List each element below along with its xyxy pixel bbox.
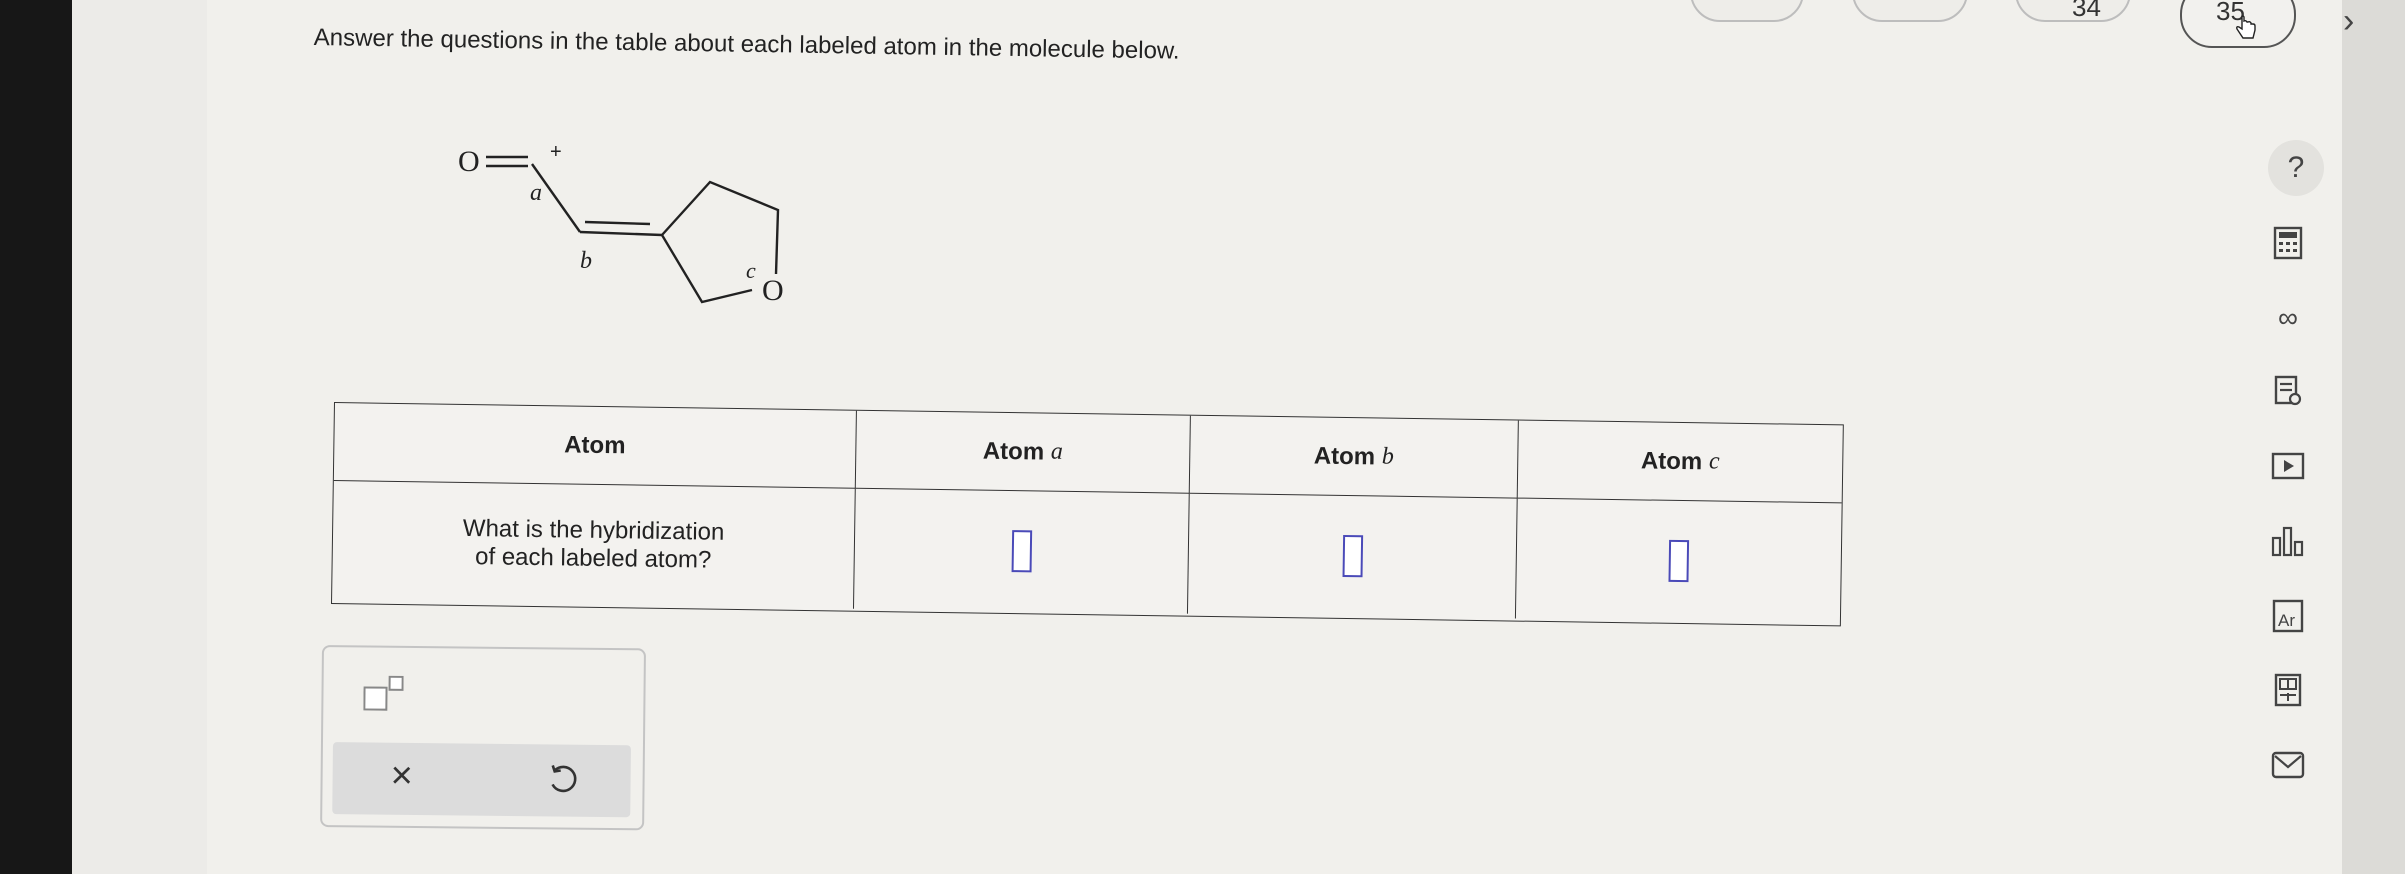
help-icon[interactable]: ?: [2268, 140, 2324, 196]
superscript-box-icon[interactable]: [363, 675, 404, 711]
charge-label: +: [550, 141, 562, 163]
answer-input-a[interactable]: [1011, 530, 1032, 573]
answer-input-b[interactable]: [1342, 534, 1363, 578]
question-nav-pill[interactable]: [1852, 0, 1968, 22]
hybridization-table: Atom Atom a Atom b Atom c What is the hy…: [331, 402, 1844, 627]
mail-icon[interactable]: [2265, 742, 2311, 788]
question-nav-pill[interactable]: [1690, 0, 1804, 22]
header-atom-b-prefix: Atom: [1313, 442, 1383, 471]
answer-cell-a: [853, 488, 1190, 614]
help-icon-label: ?: [2287, 151, 2305, 184]
answer-input-c[interactable]: [1668, 539, 1690, 583]
action-bar: ×: [332, 742, 631, 818]
row-question-line1: What is the hybridization: [462, 514, 725, 546]
video-icon[interactable]: [2265, 443, 2311, 489]
row-question-line2: of each labeled atom?: [474, 543, 712, 574]
header-atom-c: Atom c: [1517, 420, 1843, 504]
atom-o2: O: [762, 274, 784, 307]
label-a: a: [530, 180, 542, 206]
hand-cursor-icon: [2236, 15, 2256, 39]
screen-bezel-left: [0, 0, 72, 874]
periodic-table-icon[interactable]: Ar: [2265, 593, 2311, 639]
current-question-pill[interactable]: 35: [2180, 0, 2296, 48]
chart-icon[interactable]: [2265, 518, 2311, 564]
header-atom-b: Atom b: [1189, 415, 1519, 499]
data-icon[interactable]: [2265, 667, 2311, 713]
label-b: b: [580, 248, 592, 274]
clear-button[interactable]: ×: [390, 755, 413, 798]
screen-bezel-right: [2342, 0, 2405, 874]
header-atom-a-prefix: Atom: [982, 437, 1052, 466]
header-atom-label: Atom: [564, 430, 626, 459]
side-margin: [72, 0, 207, 874]
question-number-34[interactable]: 34: [2072, 0, 2101, 23]
undo-icon[interactable]: [544, 762, 578, 796]
row-question: What is the hybridization of each labele…: [332, 481, 856, 609]
header-atom-a: Atom a: [855, 410, 1191, 494]
header-atom-c-prefix: Atom: [1640, 446, 1710, 475]
calculator-icon[interactable]: [2265, 220, 2311, 266]
infinity-icon[interactable]: ∞: [2265, 295, 2311, 341]
answer-cell-c: [1516, 499, 1842, 624]
label-c: c: [746, 258, 756, 283]
reference-icon[interactable]: [2265, 368, 2311, 414]
molecule-structure: O + a b c O: [458, 141, 784, 307]
atom-o1: O: [458, 145, 480, 178]
header-atom-b-var: b: [1381, 443, 1394, 470]
svg-text:Ar: Ar: [2278, 611, 2295, 630]
header-atom-c-var: c: [1708, 448, 1720, 475]
header-atom-a-var: a: [1050, 438, 1064, 465]
answer-tool-panel: ×: [320, 645, 646, 831]
answer-cell-b: [1187, 493, 1518, 619]
chevron-right-icon[interactable]: ›: [2343, 2, 2354, 41]
header-atom: Atom: [333, 403, 857, 489]
